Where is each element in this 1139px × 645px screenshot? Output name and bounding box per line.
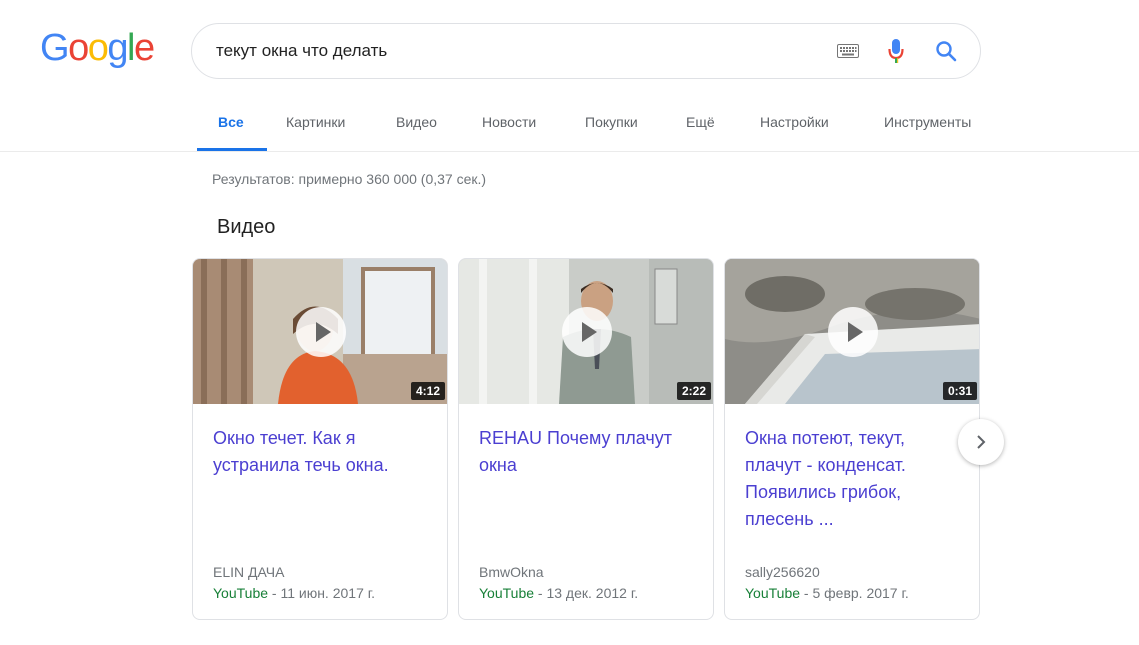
video-source-line: YouTube - 11 июн. 2017 г. (213, 585, 375, 601)
logo-letter: o (87, 27, 109, 69)
carousel-next-button[interactable] (958, 419, 1004, 465)
video-date: - 5 февр. 2017 г. (800, 585, 909, 601)
tab-news[interactable]: Новости (482, 114, 536, 130)
video-title[interactable]: Окна потеют, текут, плачут - конденсат. … (745, 425, 965, 533)
video-source: YouTube (213, 585, 269, 601)
video-channel: BmwOkna (479, 564, 544, 580)
logo-letter: g (107, 27, 128, 69)
google-logo[interactable]: Google (40, 27, 155, 69)
video-thumbnail[interactable]: 0:31 (725, 259, 979, 404)
mic-icon[interactable] (888, 38, 904, 64)
video-title[interactable]: Окно течет. Как я устранила течь окна. (213, 425, 433, 479)
tab-videos[interactable]: Видео (396, 114, 437, 130)
search-input[interactable] (216, 24, 816, 78)
logo-letter: l (126, 27, 135, 69)
video-source: YouTube (479, 585, 535, 601)
search-icon[interactable] (934, 39, 958, 63)
play-icon[interactable] (828, 307, 878, 357)
active-tab-indicator (197, 148, 267, 151)
tab-all[interactable]: Все (218, 114, 244, 130)
logo-letter: G (40, 27, 70, 69)
video-thumbnail[interactable]: 2:22 (459, 259, 713, 404)
video-duration: 4:12 (410, 382, 445, 400)
result-stats: Результатов: примерно 360 000 (0,37 сек.… (212, 171, 487, 187)
videos-section-heading[interactable]: Видео (217, 216, 275, 239)
video-card[interactable]: 0:31 Окна потеют, текут, плачут - конден… (724, 258, 980, 620)
play-icon[interactable] (296, 307, 346, 357)
video-title[interactable]: REHAU Почему плачут окна (479, 425, 699, 479)
video-duration: 0:31 (942, 382, 977, 400)
logo-letter: e (133, 27, 155, 69)
tab-tools[interactable]: Инструменты (884, 114, 971, 130)
video-card[interactable]: 2:22 REHAU Почему плачут окна BmwOkna Yo… (458, 258, 714, 620)
tab-shopping[interactable]: Покупки (585, 114, 638, 130)
video-source-line: YouTube - 13 дек. 2012 г. (479, 585, 638, 601)
tab-images[interactable]: Картинки (286, 114, 345, 130)
tab-more[interactable]: Ещё (686, 114, 715, 130)
video-source-line: YouTube - 5 февр. 2017 г. (745, 585, 909, 601)
search-tabs: Все Картинки Видео Новости Покупки Ещё Н… (0, 100, 1139, 152)
play-icon[interactable] (562, 307, 612, 357)
video-channel: ELIN ДАЧА (213, 564, 285, 580)
video-duration: 2:22 (676, 382, 711, 400)
video-source: YouTube (745, 585, 801, 601)
video-channel: sally256620 (745, 564, 820, 580)
chevron-right-icon (977, 435, 986, 449)
video-card[interactable]: 4:12 Окно течет. Как я устранила течь ок… (192, 258, 448, 620)
tab-settings[interactable]: Настройки (760, 114, 829, 130)
search-box (191, 23, 981, 79)
video-date: - 13 дек. 2012 г. (534, 585, 639, 601)
video-thumbnail[interactable]: 4:12 (193, 259, 447, 404)
logo-letter: o (68, 27, 89, 69)
keyboard-icon[interactable] (837, 43, 859, 59)
video-date: - 11 июн. 2017 г. (268, 585, 376, 601)
